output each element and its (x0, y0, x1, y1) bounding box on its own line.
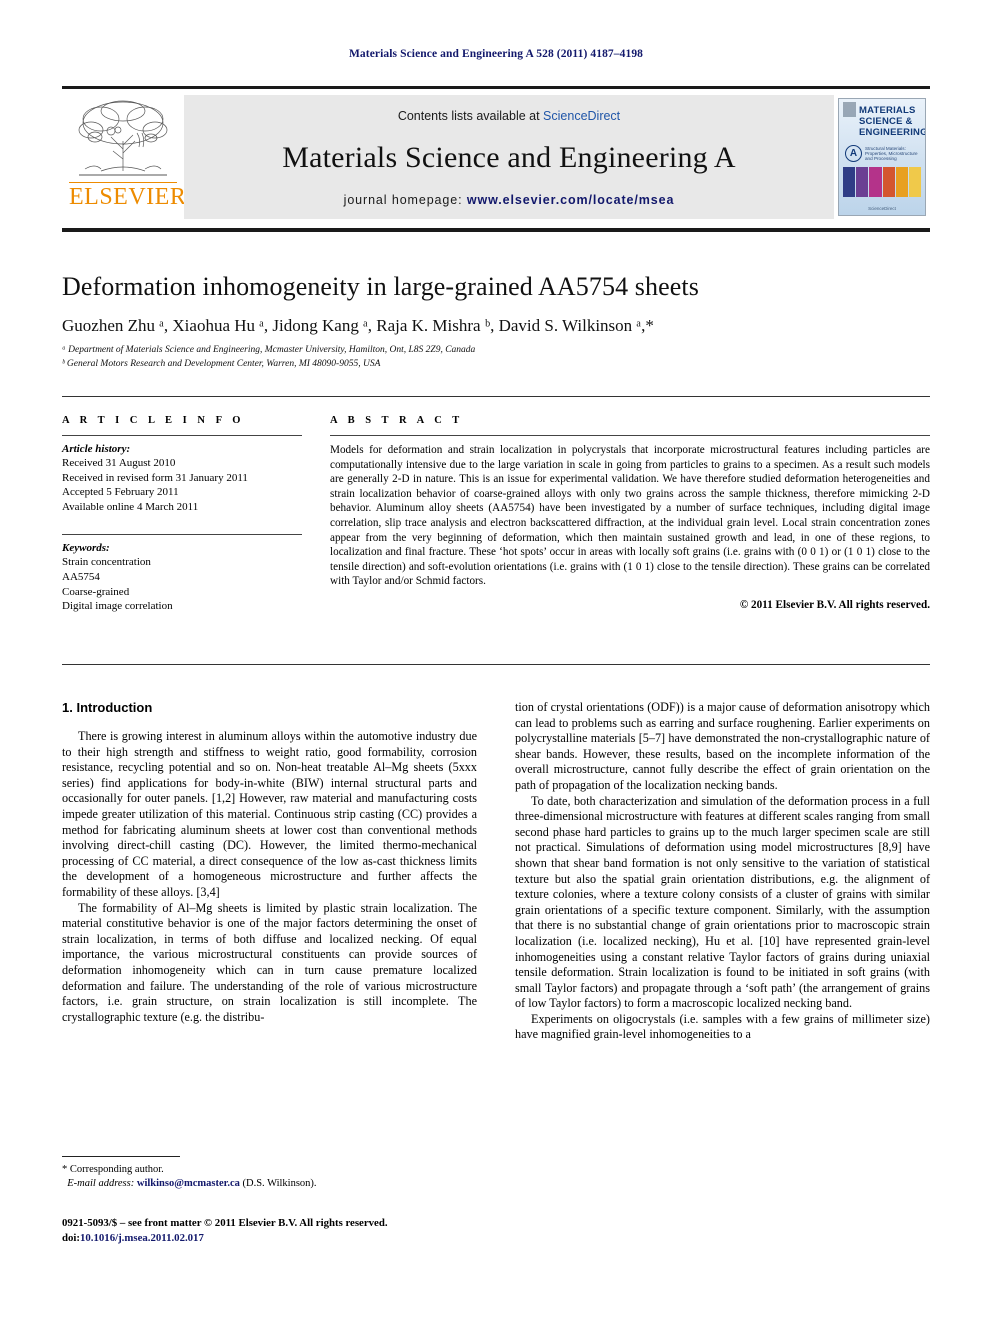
affiliation-b: ᵇ General Motors Research and Developmen… (62, 358, 381, 369)
cover-tile (869, 167, 882, 197)
history-item: Available online 4 March 2011 (62, 500, 199, 513)
body-columns: 1. Introduction There is growing interes… (62, 700, 930, 1043)
elsevier-logo: ELSEVIER (62, 89, 187, 225)
journal-band: Contents lists available at ScienceDirec… (184, 95, 834, 219)
keyword-item: Strain concentration (62, 556, 151, 569)
keyword-item: AA5754 (62, 570, 100, 583)
page-title: Deformation inhomogeneity in large-grain… (62, 272, 699, 301)
cover-tile (882, 167, 895, 197)
info-abstract-region: A R T I C L E I N F O Article history: R… (62, 396, 930, 614)
contents-prefix: Contents lists available at (397, 109, 544, 123)
cover-badge-group: A Structural Materials: Properties, Micr… (845, 145, 921, 162)
cover-tile (856, 167, 869, 197)
keyword-item: Digital image correlation (62, 600, 173, 613)
email-link[interactable]: wilkinso@mcmaster.ca (137, 1178, 240, 1189)
abstract-text: Models for deformation and strain locali… (330, 444, 930, 588)
journal-title: Materials Science and Engineering A (282, 141, 736, 174)
cover-badge-a: A (845, 145, 862, 162)
cover-line-1: MATERIALS (859, 105, 916, 116)
body-column-right: tion of crystal orientations (ODF)) is a… (515, 700, 930, 1043)
corresponding-author-footnote: * Corresponding author. E-mail address: … (62, 1156, 477, 1190)
abstract-divider (330, 435, 930, 436)
section-heading-introduction: 1. Introduction (62, 700, 153, 715)
homepage-url-link[interactable]: www.elsevier.com/locate/msea (467, 193, 674, 207)
contents-available-line: Contents lists available at ScienceDirec… (398, 109, 620, 123)
article-info-heading: A R T I C L E I N F O (62, 415, 245, 426)
cover-line-2: SCIENCE & (859, 116, 913, 127)
cover-line-3: ENGINEERING (859, 127, 926, 138)
cover-tile (908, 167, 922, 197)
journal-cover-block: MATERIALS SCIENCE & ENGINEERING A Struct… (834, 89, 930, 225)
journal-homepage-line: journal homepage: www.elsevier.com/locat… (344, 193, 675, 207)
history-item: Received in revised form 31 January 2011 (62, 471, 248, 484)
article-page: Materials Science and Engineering A 528 … (0, 0, 992, 1323)
doi-label: doi: (62, 1231, 80, 1244)
cover-footer-text: ScienceDirect (868, 206, 896, 211)
history-item: Accepted 5 February 2011 (62, 486, 179, 499)
abstract-column: A B S T R A C T Models for deformation a… (330, 397, 930, 614)
body-paragraph: To date, both characterization and simul… (515, 793, 930, 1011)
cover-tile (843, 167, 856, 197)
masthead-bottom-rule (62, 228, 930, 232)
running-head: Materials Science and Engineering A 528 … (348, 48, 644, 60)
doi-link[interactable]: 10.1016/j.msea.2011.02.017 (80, 1232, 204, 1244)
cover-badge-subtitle: Structural Materials: Properties, Micros… (865, 145, 918, 162)
elsevier-wordmark: ELSEVIER (69, 182, 187, 210)
info-abstract-bottom-rule (62, 664, 930, 665)
affiliation-list: ᵃ Department of Materials Science and En… (62, 344, 930, 371)
history-item: Received 31 August 2010 (62, 457, 176, 469)
cover-tile (895, 167, 908, 197)
article-history-list: Received 31 August 2010 Received in revi… (62, 456, 302, 514)
keywords-divider (62, 534, 302, 536)
body-paragraph: There is growing interest in aluminum al… (62, 729, 477, 899)
issn-line: 0921-5093/$ – see front matter © 2011 El… (62, 1217, 388, 1229)
cover-micrograph-tiles (843, 167, 922, 197)
body-paragraph: Experiments on oligocrystals (i.e. sampl… (515, 1011, 930, 1042)
keywords-block: Keywords: Strain concentration AA5754 Co… (62, 534, 302, 613)
article-info-divider (62, 435, 302, 436)
article-history-label: Article history: (62, 443, 131, 455)
article-info-column: A R T I C L E I N F O Article history: R… (62, 397, 330, 614)
footnote-rule (62, 1156, 180, 1158)
abstract-heading: A B S T R A C T (330, 415, 464, 426)
abstract-copyright: © 2011 Elsevier B.V. All rights reserved… (739, 598, 930, 611)
cover-title-text: MATERIALS SCIENCE & ENGINEERING (859, 105, 926, 138)
cover-elsevier-mark-icon (843, 102, 856, 117)
affiliation-a: ᵃ Department of Materials Science and En… (62, 345, 476, 355)
doi-line: doi:10.1016/j.msea.2011.02.017 (62, 1231, 562, 1246)
journal-masthead: ELSEVIER Contents lists available at Sci… (62, 86, 930, 225)
email-owner: (D.S. Wilkinson). (242, 1177, 317, 1189)
author-list: Guozhen Zhu ᵃ, Xiaohua Hu ᵃ, Jidong Kang… (62, 316, 654, 335)
journal-cover-thumbnail: MATERIALS SCIENCE & ENGINEERING A Struct… (838, 98, 926, 216)
page-footer: 0921-5093/$ – see front matter © 2011 El… (62, 1216, 562, 1245)
elsevier-tree-icon (78, 100, 168, 176)
keywords-label: Keywords: (62, 542, 110, 555)
corresponding-author-note: * Corresponding author. (62, 1164, 164, 1176)
body-column-left: 1. Introduction There is growing interes… (62, 700, 477, 1043)
sciencedirect-link[interactable]: ScienceDirect (543, 109, 620, 123)
body-paragraph: tion of crystal orientations (ODF)) is a… (515, 700, 930, 792)
homepage-label: journal homepage: (343, 193, 463, 207)
email-label: E-mail address: (67, 1177, 135, 1189)
body-paragraph: The formability of Al–Mg sheets is limit… (62, 900, 477, 1024)
email-line: E-mail address: wilkinso@mcmaster.ca (D.… (62, 1177, 477, 1191)
keyword-item: Coarse-grained (62, 585, 130, 598)
keywords-list: Strain concentration AA5754 Coarse-grain… (62, 555, 302, 613)
